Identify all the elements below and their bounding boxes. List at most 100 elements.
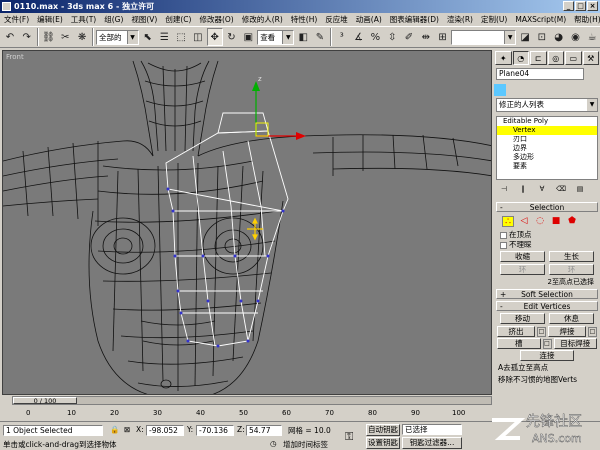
menu-tools[interactable]: 工具(T) [67,13,100,26]
utilities-tab-icon[interactable]: ⚒ [582,51,599,65]
menu-animation[interactable]: 动画(A) [352,13,386,26]
unlink-icon[interactable]: ✂ [57,28,73,46]
shrink-button[interactable]: 收缩 [500,251,545,262]
x-coordinate-field[interactable]: -98.052 [146,425,184,436]
vertex-mode-icon[interactable]: ∴ [502,215,514,227]
remove-button[interactable]: 移动 [500,313,545,324]
set-key-button[interactable]: 设置钥匙 [366,437,400,449]
chamfer-settings-icon[interactable]: □ [542,338,552,349]
curve-editor-icon[interactable]: ◪ [517,28,533,46]
stack-item-vertex[interactable]: Vertex [497,126,597,135]
select-link-icon[interactable]: ⛓ [41,28,57,46]
named-selection-dropdown[interactable]: ▼ [451,29,517,45]
menu-graph-editors[interactable]: 图表编辑器(D) [386,13,443,26]
ring-button[interactable]: 环 [500,264,545,275]
target-weld-button[interactable]: 目标焊接 [553,338,597,349]
schematic-view-icon[interactable]: ⊡ [534,28,550,46]
spinner-snap-icon[interactable]: ⇳ [384,28,400,46]
named-selection-icon[interactable]: ✐ [401,28,417,46]
key-filters-button[interactable]: 钥匙过滤器... [402,437,462,449]
app-icon[interactable] [2,2,11,11]
menu-customize[interactable]: 定制(U) [477,13,511,26]
loop-button[interactable]: 环 [549,264,594,275]
time-slider[interactable]: 0 / 100 [12,396,492,405]
chamfer-button[interactable]: 槽 [497,338,541,349]
redo-icon[interactable]: ↷ [19,28,35,46]
z-coordinate-field[interactable]: 54.77 [246,425,282,436]
window-crossing-icon[interactable]: ◫ [190,28,206,46]
edge-mode-icon[interactable]: ◁ [518,216,530,227]
pin-stack-icon[interactable]: ⊣ [496,185,512,197]
remove-modifier-icon[interactable]: ⌫ [553,185,569,197]
time-slider-thumb[interactable]: 0 / 100 [13,397,77,404]
soft-selection-rollout-header[interactable]: + Soft Selection [496,289,598,299]
reference-coord-dropdown[interactable]: 查看 ▼ [257,29,295,45]
menu-properties[interactable]: 特性(H) [287,13,322,26]
snap-toggle-icon[interactable]: ³ [334,28,350,46]
pivot-center-icon[interactable]: ◧ [295,28,311,46]
modify-tab-icon[interactable]: ◔ [512,51,529,65]
extrude-button[interactable]: 挤出 [497,326,535,337]
hierarchy-tab-icon[interactable]: ⊏ [530,51,547,65]
menu-modifiers[interactable]: 修改器(O) [195,13,237,26]
remove-unused-map-verts-button[interactable]: 移除不习惯的地图Verts [498,374,596,385]
angle-snap-icon[interactable]: ∡ [351,28,367,46]
lock-selection-icon[interactable]: 🔒 [110,425,119,434]
maximize-button[interactable]: □ [575,1,586,11]
render-scene-icon[interactable]: ◉ [568,28,584,46]
auto-key-button[interactable]: 自动钥匙 [366,424,400,436]
extrude-settings-icon[interactable]: □ [537,326,546,337]
remove-isolated-button[interactable]: A去孤立至高点 [498,362,596,373]
menu-edit[interactable]: 编辑(E) [33,13,67,26]
rect-selection-icon[interactable]: ⬚ [173,28,189,46]
object-color-swatch[interactable] [494,84,506,96]
close-button[interactable]: × [587,1,598,11]
y-coordinate-field[interactable]: -70.136 [196,425,234,436]
quick-render-icon[interactable]: ☕ [584,28,600,46]
select-move-icon[interactable]: ✥ [206,28,223,46]
stack-item-element[interactable]: 要素 [497,162,597,171]
align-icon[interactable]: ⊞ [435,28,451,46]
stack-item-border[interactable]: 边界 [497,144,597,153]
menu-views[interactable]: 视图(V) [127,13,161,26]
polygon-mode-icon[interactable]: ■ [550,216,562,227]
connect-button[interactable]: 连接 [520,350,574,361]
edit-vertices-rollout-header[interactable]: - Edit Vertices [496,301,598,311]
stack-item-edge[interactable]: 刃口 [497,135,597,144]
menu-file[interactable]: 文件(F) [0,13,33,26]
menu-rendering[interactable]: 渲染(R) [443,13,477,26]
configure-sets-icon[interactable]: ▤ [572,185,588,197]
mirror-icon[interactable]: ⇹ [418,28,434,46]
key-icon[interactable]: ⚿ [345,430,353,444]
motion-tab-icon[interactable]: ◎ [547,51,564,65]
select-object-icon[interactable]: ⬉ [140,28,156,46]
select-manipulate-icon[interactable]: ✎ [312,28,328,46]
track-bar[interactable]: 0 10 20 30 40 50 60 70 80 90 100 [12,407,492,419]
selection-rollout-header[interactable]: - Selection [496,202,598,212]
modifier-list-dropdown[interactable]: 修正的人列表 ▼ [496,98,598,112]
menu-help[interactable]: 帮助(H) [570,13,600,26]
element-mode-icon[interactable]: ⬟ [566,216,578,227]
weld-settings-icon[interactable]: □ [588,326,597,337]
select-rotate-icon[interactable]: ↻ [224,28,240,46]
ignore-backfacing-checkbox[interactable]: 不理睬 [500,240,594,249]
add-time-tag-button[interactable]: 增加时间标签 [283,439,328,450]
menu-maxscript[interactable]: MAXScript(M) [511,13,570,26]
time-tag-icon[interactable]: ◷ [270,439,277,448]
display-tab-icon[interactable]: ▭ [565,51,582,65]
break-button[interactable]: 休息 [549,313,594,324]
show-end-result-icon[interactable]: ‖ [515,185,531,197]
by-vertex-checkbox[interactable]: 在顶点 [500,230,594,239]
menu-create[interactable]: 创建(C) [161,13,195,26]
object-name-field[interactable]: Plane04 [496,68,584,80]
make-unique-icon[interactable]: ∀ [534,185,550,197]
minimize-button[interactable]: _ [563,1,574,11]
select-scale-icon[interactable]: ▣ [240,28,256,46]
percent-snap-icon[interactable]: % [367,28,383,46]
menu-reactor[interactable]: 反应堆 [321,13,352,26]
absolute-mode-icon[interactable]: ⊠ [124,425,130,434]
stack-item-polygon[interactable]: 多边形 [497,153,597,162]
weld-button[interactable]: 焊接 [548,326,586,337]
undo-icon[interactable]: ↶ [2,28,18,46]
bind-space-warp-icon[interactable]: ❋ [74,28,90,46]
